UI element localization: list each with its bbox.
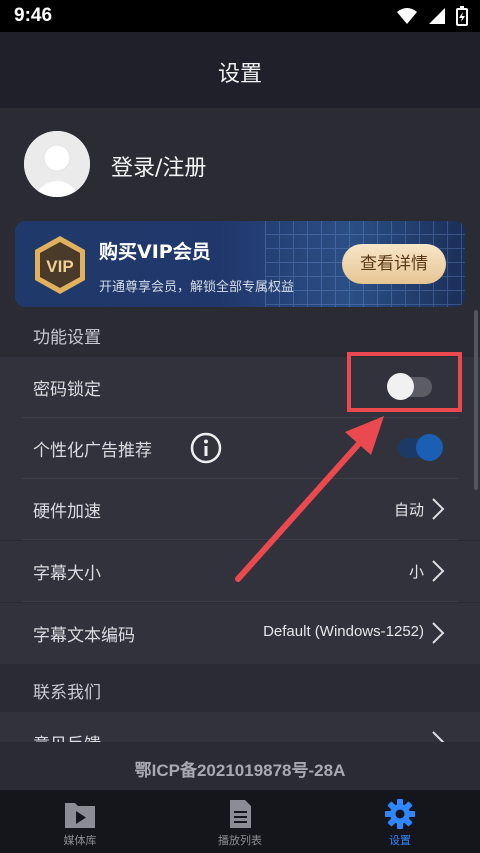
pointer-arrow-annotation	[235, 416, 384, 582]
